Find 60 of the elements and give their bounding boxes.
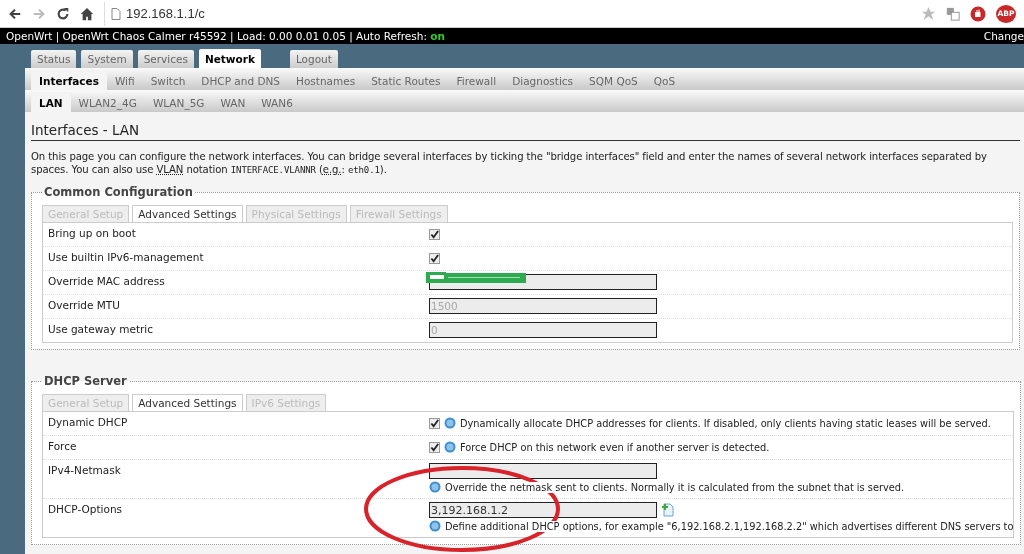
description-text: On this page you can configure the network interfaces. You can bridge several interfaces by ticking the "bridge interfaces" field and enter the names of several network interfaces separated by spaces. You can also use VLAN notation INTERFACE.VLANNR (e.g.: eth0.1). xyxy=(31,150,988,177)
checkbox[interactable] xyxy=(429,441,440,453)
menu-tab[interactable]: Logout xyxy=(289,50,338,68)
help-icon xyxy=(429,520,441,532)
stop-hand-icon[interactable] xyxy=(970,5,986,22)
checkbox[interactable] xyxy=(429,417,440,429)
section-legend: Common Configuration xyxy=(42,185,195,199)
submenu-tab[interactable]: Hostnames xyxy=(288,72,364,90)
submenu-tab[interactable]: Interfaces xyxy=(31,72,107,90)
translate-icon[interactable] xyxy=(946,6,960,21)
home-icon[interactable] xyxy=(80,6,94,21)
field-label: Override MTU xyxy=(47,298,121,313)
submenu-tab[interactable]: Wifi xyxy=(106,72,143,90)
field-label: Use builtin IPv6-management xyxy=(47,250,205,265)
field-label: Override MAC address xyxy=(47,274,166,289)
help-text: Force DHCP on this network even if another server is detected. xyxy=(460,441,770,453)
help-text: Dynamically allocate DHCP addresses for clients. If disabled, only clients having static leases will be served. xyxy=(460,417,991,429)
menu-tab[interactable]: Network xyxy=(198,49,261,68)
settings-tab[interactable]: Advanced Settings xyxy=(132,394,243,411)
section-legend: DHCP Server xyxy=(42,374,129,388)
checkbox[interactable] xyxy=(429,228,440,240)
settings-tab[interactable]: Advanced Settings xyxy=(132,205,243,222)
field-label: Bring up on boot xyxy=(47,226,137,241)
help-icon xyxy=(444,417,456,429)
help-icon xyxy=(444,441,456,453)
interface-tab[interactable]: WLAN_5G xyxy=(144,94,213,112)
back-icon[interactable] xyxy=(8,6,22,21)
add-entry-icon[interactable] xyxy=(661,503,675,517)
menu-tab[interactable]: Status xyxy=(31,50,77,68)
page-icon xyxy=(111,7,121,20)
submenu-tab[interactable]: QoS xyxy=(645,72,684,90)
submenu-tab[interactable]: Static Routes xyxy=(363,72,449,90)
star-icon[interactable] xyxy=(921,6,936,21)
interface-tab[interactable]: LAN xyxy=(31,94,71,112)
menu-tab[interactable]: System xyxy=(81,50,133,68)
status-text: OpenWrt | OpenWrt Chaos Calmer r45592 | Load: 0.00 0.01 0.05 | Auto Refresh: on xyxy=(6,30,445,42)
field-label: Force xyxy=(47,439,78,454)
text-field[interactable] xyxy=(429,274,657,290)
page-title: Interfaces - LAN xyxy=(31,118,1020,141)
field-label: Dynamic DHCP xyxy=(47,415,129,430)
reload-icon[interactable] xyxy=(56,6,70,21)
submenu-tab[interactable]: SQM QoS xyxy=(581,72,646,90)
interface-tab[interactable]: WAN xyxy=(212,94,254,112)
interface-tab[interactable]: WLAN2_4G xyxy=(70,94,145,112)
interface-tab[interactable]: WAN6 xyxy=(253,94,301,112)
changes-link[interactable]: Change xyxy=(983,30,1024,42)
help-icon xyxy=(429,481,441,493)
field-label: IPv4-Netmask xyxy=(47,463,122,478)
menu-tab[interactable]: Services xyxy=(137,50,194,68)
field-label: DHCP-Options xyxy=(47,502,123,517)
text-field[interactable]: 3,192.168.1.2 xyxy=(429,502,657,518)
address-bar[interactable]: 192.168.1.1/c xyxy=(104,1,211,26)
submenu-tab[interactable]: Firewall xyxy=(448,72,505,90)
submenu-tab[interactable]: Diagnostics xyxy=(504,72,582,90)
field-label: Use gateway metric xyxy=(47,322,154,337)
submenu-tab[interactable]: DHCP and DNS xyxy=(193,72,289,90)
checkbox[interactable] xyxy=(429,252,440,264)
submenu-tab[interactable]: Switch xyxy=(142,72,194,90)
help-text: Override the netmask sent to clients. Normally it is calculated from the subnet that is served. xyxy=(445,481,905,493)
help-text: Define additional DHCP options, for example "6,192.168.2.1,192.168.2.2" which advertises different DNS servers to xyxy=(445,520,1014,532)
